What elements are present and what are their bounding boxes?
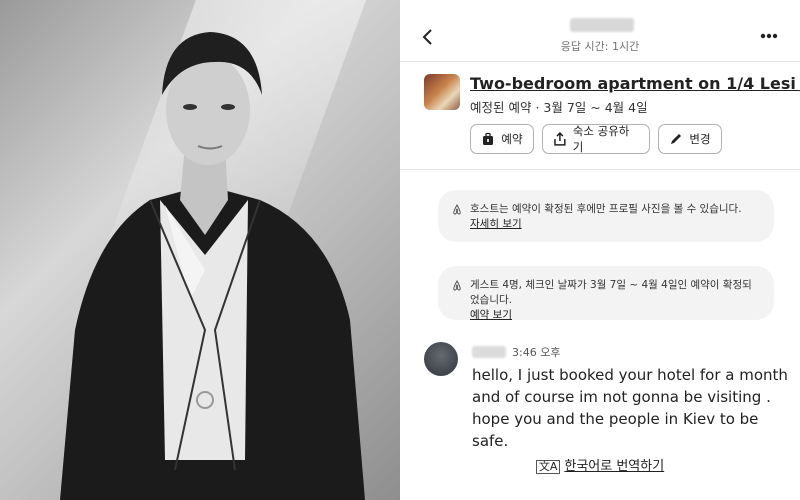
more-options-button[interactable] [760, 24, 778, 43]
suitcase-icon [483, 132, 494, 145]
listing-thumbnail[interactable] [424, 74, 460, 110]
notice-text: 게스트 4명, 체크인 날짜가 3월 7일 ~ 4월 4일인 예약이 확정되었습… [470, 279, 752, 306]
message-text: hello, I just booked your hotel for a mo… [472, 366, 788, 450]
airbnb-logo-icon [452, 203, 462, 218]
notice-profile-photo: 호스트는 예약이 확정된 후에만 프로필 사진을 볼 수 있습니다. 자세히 보… [438, 190, 774, 242]
pencil-icon [671, 134, 682, 144]
host-name-redacted [570, 18, 634, 32]
notice-reservation-confirmed: 게스트 4명, 체크인 날짜가 3월 7일 ~ 4월 4일인 예약이 확정되었습… [438, 266, 774, 323]
person-illustration [60, 32, 365, 500]
notice-text: 호스트는 예약이 확정된 후에만 프로필 사진을 볼 수 있습니다. [470, 203, 742, 215]
translate-button[interactable]: 文A 한국어로 번역하기 [400, 455, 800, 474]
chat-header: 응답 시간: 1시간 [400, 0, 800, 62]
translate-label: 한국어로 번역하기 [564, 459, 665, 474]
reservation-dates: 예정된 예약 · 3월 7일 ~ 4월 4일 [470, 100, 648, 115]
airbnb-logo-icon [452, 279, 462, 294]
more-icon [760, 33, 778, 39]
learn-more-link[interactable]: 자세히 보기 [470, 217, 760, 232]
chat-panel: 응답 시간: 1시간 Two-bedroom apartment on 1/4 … [400, 0, 800, 500]
translate-icon: 文A [535, 460, 561, 474]
view-reservation-link[interactable]: 예약 보기 [470, 308, 760, 323]
reservation-button-label: 예약 [501, 132, 523, 146]
edit-reservation-button[interactable]: 변경 [658, 124, 722, 154]
listing-summary: Two-bedroom apartment on 1/4 Lesi Uk... … [400, 62, 800, 170]
response-time: 응답 시간: 1시간 [560, 40, 640, 53]
avatar[interactable] [424, 342, 458, 376]
sender-name-redacted [472, 346, 506, 358]
listing-title[interactable]: Two-bedroom apartment on 1/4 Lesi Uk... [470, 74, 800, 93]
reservation-button[interactable]: 예약 [470, 124, 534, 154]
share-icon [554, 132, 566, 146]
message-timestamp: 3:46 오후 [512, 346, 561, 359]
profile-photo [0, 0, 400, 500]
share-listing-label: 숙소 공유하기 [572, 124, 630, 154]
edit-reservation-label: 변경 [689, 132, 711, 146]
share-listing-button[interactable]: 숙소 공유하기 [542, 124, 650, 154]
